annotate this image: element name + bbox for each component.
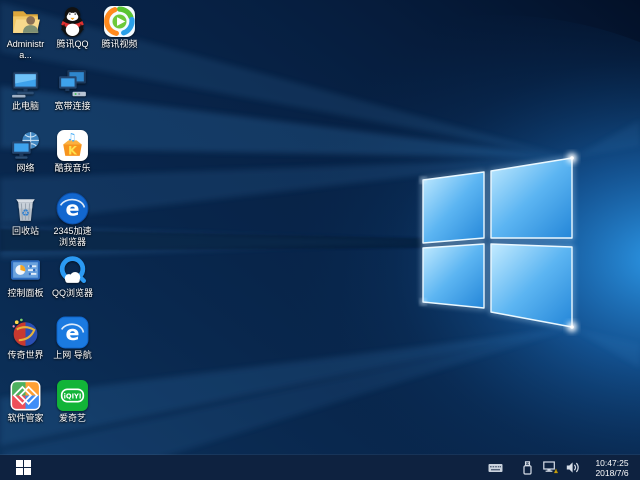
- desktop-icon-2345-browser[interactable]: e 2345加速浏览器: [49, 192, 96, 247]
- touch-keyboard-icon[interactable]: [487, 455, 503, 480]
- desktop-icon-software-manager[interactable]: 软件管家: [2, 379, 49, 424]
- desktop-icon-label: 酷我音乐: [49, 163, 96, 174]
- desktop-icon-label: 上网 导航: [49, 350, 96, 361]
- desktop-icon-control-panel[interactable]: 控制面板: [2, 254, 49, 299]
- network-icon: [9, 129, 42, 162]
- start-button[interactable]: [0, 455, 46, 480]
- desktop-icon-label: 此电脑: [2, 101, 49, 112]
- desktop-icon-network[interactable]: 网络: [2, 129, 49, 174]
- qq-penguin-icon: [56, 5, 89, 38]
- desktop-icon-label: 软件管家: [2, 413, 49, 424]
- desktop-icon-tencent-video[interactable]: 腾讯视频: [96, 5, 143, 50]
- e-navigation-icon: e: [56, 316, 89, 349]
- legend-world-game-icon: [9, 316, 42, 349]
- svg-text:K: K: [68, 143, 78, 157]
- desktop-icon-e-navigation[interactable]: e 上网 导航: [49, 316, 96, 361]
- svg-text:iQIYI: iQIYI: [64, 392, 82, 400]
- desktop-icon-broadband[interactable]: 宽带连接: [49, 67, 96, 112]
- desktop-icon-recycle-bin[interactable]: ♻ 回收站: [2, 192, 49, 237]
- desktop-icon-label: 控制面板: [2, 288, 49, 299]
- desktop-icon-label: Administra...: [2, 39, 49, 60]
- wallpaper-windows10-hero: [0, 0, 640, 480]
- desktop-icon-label: 腾讯QQ: [49, 39, 96, 50]
- desktop-icon-label: 2345加速浏览器: [49, 226, 96, 247]
- kuwo-music-icon: K ♫: [56, 129, 89, 162]
- system-tray: [487, 455, 581, 480]
- desktop-icon-administrator[interactable]: Administra...: [2, 5, 49, 60]
- desktop-icon-label: 传奇世界: [2, 350, 49, 361]
- svg-text:♻: ♻: [21, 208, 29, 219]
- clock-time: 10:47:25: [589, 458, 635, 468]
- desktop-icon-qq-browser[interactable]: QQ浏览器: [49, 254, 96, 299]
- iqiyi-icon: iQIYI: [56, 379, 89, 412]
- desktop: Administra... 腾讯QQ: [0, 0, 640, 480]
- windows-logo-icon: [16, 460, 31, 475]
- usb-device-icon[interactable]: [519, 455, 535, 480]
- recycle-bin-icon: ♻: [9, 192, 42, 225]
- desktop-icon-legend-world[interactable]: 传奇世界: [2, 316, 49, 361]
- tencent-video-icon: [103, 5, 136, 38]
- desktop-icon-this-pc[interactable]: 此电脑: [2, 67, 49, 112]
- network-warning-icon[interactable]: [542, 455, 558, 480]
- desktop-icon-kuwo-music[interactable]: K ♫ 酷我音乐: [49, 129, 96, 174]
- desktop-icon-label: 爱奇艺: [49, 413, 96, 424]
- clock-date: 2018/7/6: [589, 468, 635, 478]
- desktop-icon-tencent-qq[interactable]: 腾讯QQ: [49, 5, 96, 50]
- broadband-connection-icon: [56, 67, 89, 100]
- desktop-icon-iqiyi[interactable]: iQIYI 爱奇艺: [49, 379, 96, 424]
- desktop-icon-label: 回收站: [2, 226, 49, 237]
- user-folder-icon: [9, 5, 42, 38]
- software-manager-icon: [9, 379, 42, 412]
- volume-icon[interactable]: [565, 455, 581, 480]
- desktop-icon-label: QQ浏览器: [49, 288, 96, 299]
- desktop-icon-label: 腾讯视频: [96, 39, 143, 50]
- 2345-browser-icon: e: [56, 192, 89, 225]
- taskbar: 10:47:25 2018/7/6: [0, 455, 640, 480]
- desktop-icon-label: 宽带连接: [49, 101, 96, 112]
- this-pc-icon: [9, 67, 42, 100]
- svg-text:♫: ♫: [67, 131, 76, 143]
- taskbar-clock[interactable]: 10:47:25 2018/7/6: [589, 458, 635, 478]
- desktop-icon-label: 网络: [2, 163, 49, 174]
- control-panel-icon: [9, 254, 42, 287]
- qq-browser-icon: [56, 254, 89, 287]
